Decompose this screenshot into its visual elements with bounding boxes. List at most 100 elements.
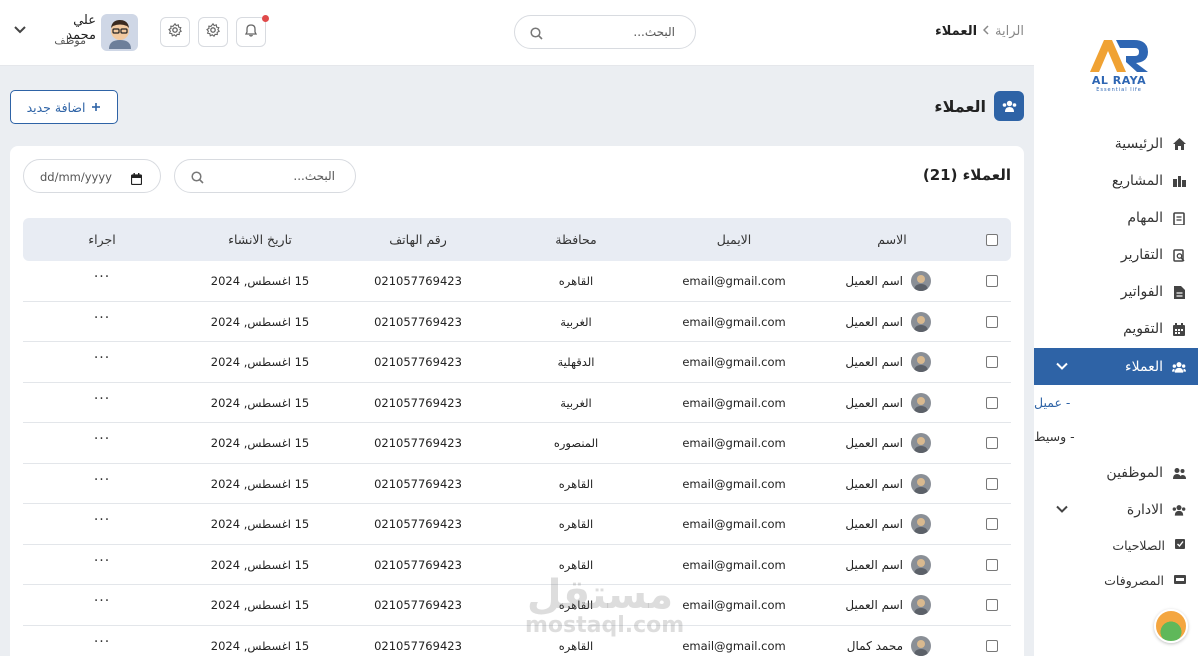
client-created-date: 15 اغسطس, 2024 <box>210 274 310 288</box>
row-checkbox[interactable] <box>986 599 998 611</box>
client-name-cell[interactable]: اسم العميل <box>845 554 931 575</box>
row-actions-button[interactable]: ··· <box>94 634 110 650</box>
table-row[interactable]: اسم العميل email@gmail.com الغربية 02105776… <box>23 383 1011 423</box>
row-actions-button[interactable]: ··· <box>94 512 110 528</box>
client-name-cell[interactable]: محمد كمال <box>846 635 931 656</box>
client-email: email@gmail.com <box>682 274 786 288</box>
sidebar-item-clients[interactable]: العملاء <box>1034 348 1198 385</box>
client-name-cell[interactable]: اسم العميل <box>845 595 931 615</box>
sidebar-subitem-label: المصروفات <box>1104 572 1164 588</box>
row-actions-button[interactable]: ··· <box>94 431 110 447</box>
table-row[interactable]: اسم العميل email@gmail.com القاهره 02105776… <box>23 585 1011 626</box>
column-header-action: اجراء <box>88 232 116 247</box>
sidebar-item-admin[interactable]: الادارة <box>1034 492 1198 528</box>
select-all-checkbox[interactable] <box>986 234 998 246</box>
sidebar-item-tasks[interactable]: المهام <box>1034 200 1198 236</box>
client-name-cell[interactable]: اسم العميل <box>845 352 931 372</box>
column-header-governorate[interactable]: محافظة <box>555 232 597 247</box>
breadcrumb-home[interactable]: الراية <box>995 24 1024 39</box>
permissions-icon <box>1175 538 1186 552</box>
chevron-down-icon[interactable] <box>1056 360 1068 373</box>
client-phone: 021057769423 <box>374 436 462 450</box>
row-checkbox[interactable] <box>986 437 998 449</box>
brand-logo[interactable]: AL RAYA Essential life <box>1086 36 1152 93</box>
row-actions-button[interactable]: ··· <box>94 593 110 609</box>
client-name: اسم العميل <box>845 598 903 612</box>
user-menu-chevron-icon[interactable] <box>14 24 26 37</box>
table-row[interactable]: اسم العميل email@gmail.com القاهره 02105776… <box>23 464 1011 504</box>
row-checkbox[interactable] <box>986 477 998 490</box>
tasks-icon <box>1172 211 1186 225</box>
table-row[interactable]: اسم العميل email@gmail.com القاهره 02105776… <box>23 545 1011 585</box>
notification-dot <box>262 15 269 22</box>
client-name: اسم العميل <box>845 274 903 288</box>
add-new-label: اضافة جديد <box>26 99 86 115</box>
client-name-cell[interactable]: اسم العميل <box>845 473 931 494</box>
row-actions-button[interactable]: ··· <box>94 269 110 285</box>
date-filter-input[interactable]: dd/mm/yyyy <box>23 159 161 193</box>
sidebar-subitem-permissions[interactable]: الصلاحيات <box>1034 530 1198 560</box>
sidebar-item-home[interactable]: الرئيسية <box>1034 126 1198 162</box>
preferences-button[interactable] <box>160 17 190 47</box>
sidebar-item-invoices[interactable]: الفواتير <box>1034 274 1198 310</box>
column-header-name[interactable]: الاسم <box>877 232 906 247</box>
sidebar-item-projects[interactable]: المشاريع <box>1034 163 1198 199</box>
add-new-button[interactable]: اضافة جديد <box>10 90 118 124</box>
row-actions-button[interactable]: ··· <box>94 391 110 407</box>
home-icon <box>1172 137 1186 151</box>
client-name-cell[interactable]: اسم العميل <box>845 514 931 534</box>
client-created-date: 15 اغسطس, 2024 <box>210 395 310 410</box>
chevron-down-icon[interactable] <box>1056 504 1068 517</box>
row-actions-button[interactable]: ··· <box>94 310 110 326</box>
sidebar-item-reports[interactable]: التقارير <box>1034 237 1198 273</box>
row-checkbox[interactable] <box>986 356 998 368</box>
table-row[interactable]: اسم العميل email@gmail.com الدقهلية 0210577… <box>23 342 1011 383</box>
floating-avatar[interactable] <box>1154 609 1188 643</box>
sidebar-item-employees[interactable]: الموظفين <box>1034 455 1198 491</box>
date-placeholder: dd/mm/yyyy <box>40 170 112 184</box>
client-name: اسم العميل <box>845 436 903 450</box>
watermark-latin: mostaql.com <box>525 613 685 638</box>
client-governorate: القاهره <box>558 557 594 572</box>
sidebar-subitem-expenses[interactable]: المصروفات <box>1034 565 1198 595</box>
notifications-button[interactable] <box>236 17 266 47</box>
row-checkbox[interactable] <box>986 558 998 571</box>
settings-button[interactable] <box>198 17 228 47</box>
user-role: موظف <box>54 34 86 47</box>
client-email: email@gmail.com <box>682 557 786 572</box>
global-search-input[interactable]: البحث... <box>514 15 696 49</box>
topbar: الراية العملاء البحث... علي محمد موظف <box>0 0 1034 66</box>
table-row[interactable]: اسم العميل email@gmail.com المنصوره 0210577… <box>23 423 1011 464</box>
clients-search-input[interactable]: البحث... <box>174 159 356 193</box>
row-checkbox[interactable] <box>986 518 998 530</box>
row-actions-button[interactable]: ··· <box>94 553 110 569</box>
employees-icon <box>1172 466 1186 480</box>
table-row[interactable]: محمد كمال email@gmail.com القاهره 021057769… <box>23 626 1011 656</box>
sidebar-subitem-client[interactable]: - عميل <box>1034 387 1198 417</box>
user-avatar[interactable] <box>101 14 138 51</box>
row-actions-button[interactable]: ··· <box>94 350 110 366</box>
client-governorate: القاهره <box>558 274 594 288</box>
calendar-icon[interactable] <box>130 170 143 189</box>
row-checkbox[interactable] <box>986 275 998 287</box>
column-header-email[interactable]: الايميل <box>717 232 752 247</box>
row-checkbox[interactable] <box>986 315 998 328</box>
table-row[interactable]: اسم العميل email@gmail.com الغربية 02105776… <box>23 302 1011 342</box>
row-checkbox[interactable] <box>986 396 998 409</box>
client-name-cell[interactable]: اسم العميل <box>845 392 931 413</box>
row-checkbox[interactable] <box>986 639 998 652</box>
client-name-cell[interactable]: اسم العميل <box>845 311 931 332</box>
client-name-cell[interactable]: اسم العميل <box>845 433 931 453</box>
client-name-cell[interactable]: اسم العميل <box>845 271 931 291</box>
bell-icon <box>244 23 258 41</box>
table-row[interactable]: اسم العميل email@gmail.com القاهره 02105776… <box>23 504 1011 545</box>
column-header-phone[interactable]: رقم الهاتف <box>389 232 447 247</box>
client-email: email@gmail.com <box>682 598 786 612</box>
sidebar-subitem-broker[interactable]: - وسيط <box>1034 421 1198 451</box>
sidebar-item-calendar[interactable]: التقويم <box>1034 311 1198 347</box>
table-row[interactable]: اسم العميل email@gmail.com القاهره 02105776… <box>23 261 1011 302</box>
row-actions-button[interactable]: ··· <box>94 472 110 488</box>
client-avatar <box>911 433 931 453</box>
client-name: محمد كمال <box>846 638 903 653</box>
column-header-created[interactable]: تاريخ الانشاء <box>228 232 292 247</box>
